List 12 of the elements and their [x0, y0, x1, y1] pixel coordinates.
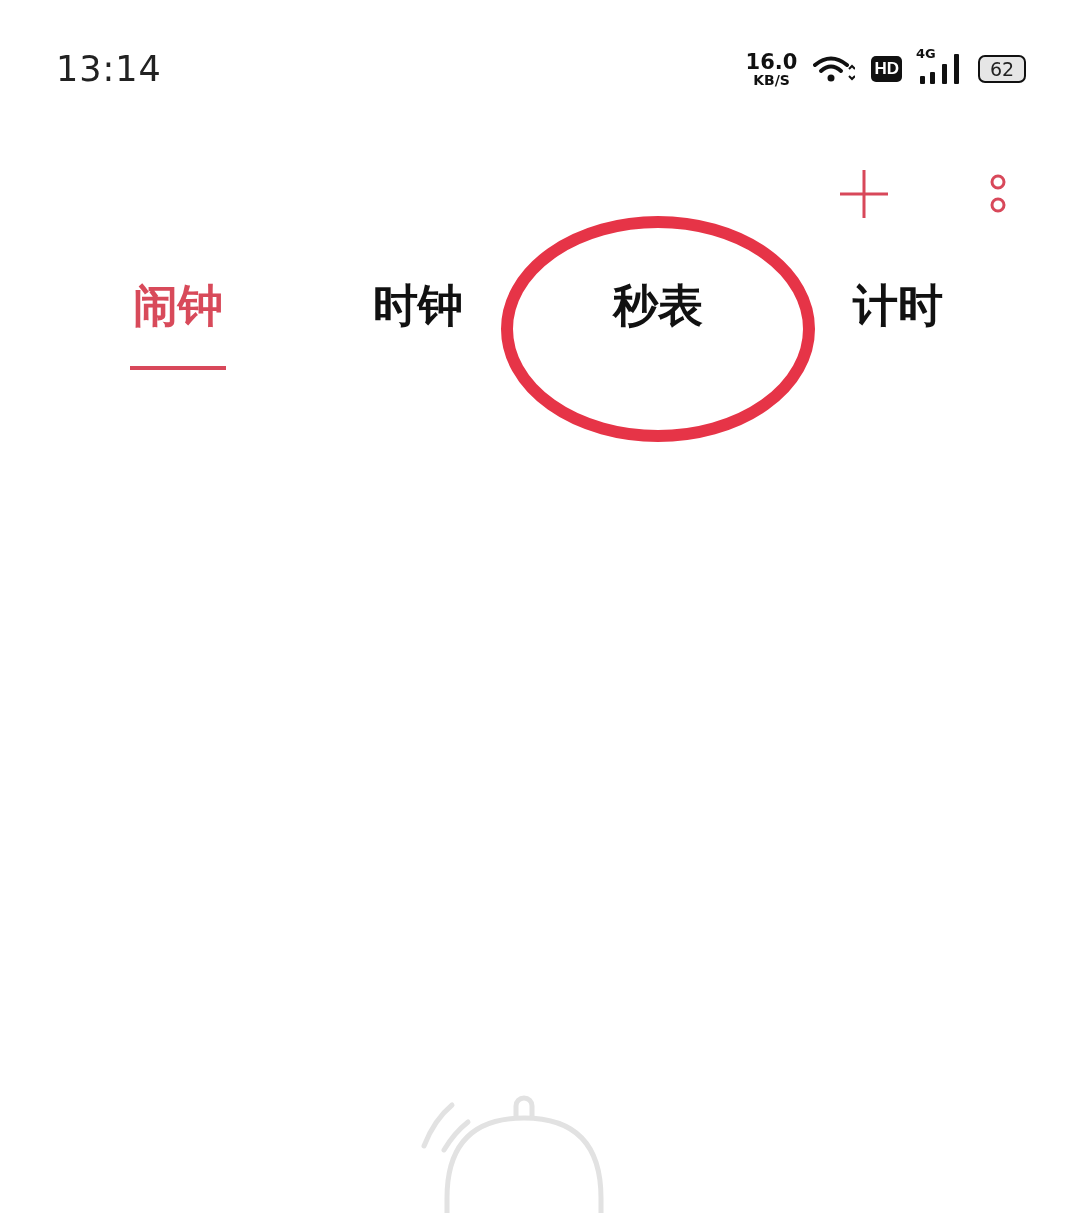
wifi-icon: [813, 54, 856, 84]
add-icon[interactable]: [839, 169, 889, 219]
tab[interactable]: 秒表: [613, 276, 703, 336]
battery-indicator: 62: [978, 55, 1026, 83]
hd-badge: HD: [871, 56, 902, 82]
network-label: 4G: [916, 46, 936, 61]
status-time: 13:14: [56, 49, 162, 89]
more-icon[interactable]: [989, 173, 1007, 215]
tab[interactable]: 时钟: [373, 276, 463, 336]
tab[interactable]: 闹钟: [133, 276, 223, 336]
network-speed: 16.0 KB/S: [745, 51, 798, 87]
tab[interactable]: 计时: [853, 276, 943, 336]
